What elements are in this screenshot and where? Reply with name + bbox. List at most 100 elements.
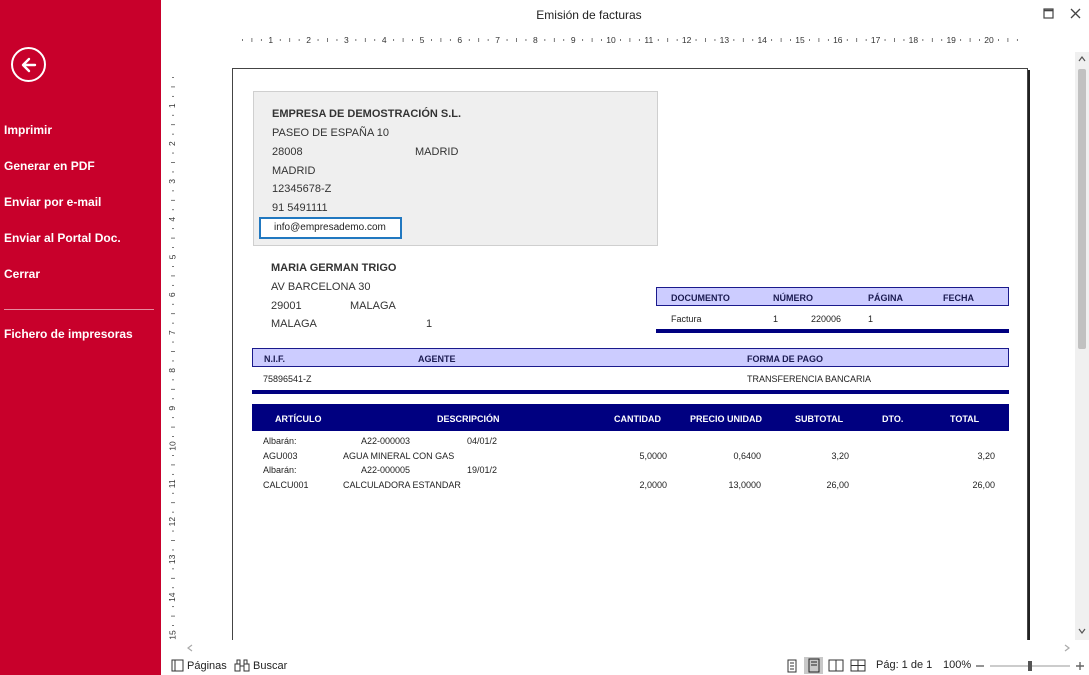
client-address: AV BARCELONA 30	[271, 281, 371, 293]
company-name: EMPRESA DE DEMOSTRACIÓN S.L.	[272, 108, 462, 120]
ruler-number: 6	[167, 292, 177, 297]
view-page-width-button[interactable]	[804, 657, 823, 674]
view-four-pages-button[interactable]	[848, 657, 867, 674]
client-nif: 75896541-Z	[263, 374, 312, 384]
sidebar-item-imprimir[interactable]: Imprimir	[4, 123, 52, 137]
payment-underline	[252, 390, 1009, 394]
ruler-number: 19	[946, 35, 956, 45]
client-province: MALAGA	[271, 318, 317, 330]
company-province: MADRID	[272, 165, 316, 177]
zoom-slider-thumb[interactable]	[1028, 661, 1032, 671]
items-table-header: ARTÍCULO DESCRIPCIÓN CANTIDAD PRECIO UNI…	[252, 404, 1009, 431]
page-info: Pág: 1 de 1	[876, 659, 933, 671]
view-single-page-button[interactable]	[782, 657, 801, 674]
vertical-ruler: 123456789101112131415	[167, 77, 177, 640]
invoice-page: EMPRESA DE DEMOSTRACIÓN S.L. PASEO DE ES…	[232, 68, 1028, 640]
ruler-number: 7	[167, 330, 177, 335]
label-pagina: PÁGINA	[868, 293, 904, 303]
scroll-right-icon[interactable]	[1064, 644, 1070, 652]
pages-icon	[171, 659, 184, 672]
label-documento: DOCUMENTO	[671, 293, 730, 303]
line-total: 3,20	[977, 451, 995, 461]
back-arrow-icon	[21, 57, 36, 72]
albaran-code: A22-000005	[361, 465, 411, 475]
albaran-label: Albarán:	[263, 465, 297, 475]
col-precio-unidad: PRECIO UNIDAD	[690, 414, 763, 424]
client-name: MARIA GERMAN TRIGO	[271, 262, 397, 274]
ruler-number: 5	[167, 254, 177, 259]
ruler-number: 9	[167, 406, 177, 411]
ruler-number: 1	[268, 35, 273, 45]
document-page: 1	[868, 314, 874, 324]
sidebar-item-generar-pdf[interactable]: Generar en PDF	[4, 159, 95, 173]
vertical-scrollbar[interactable]	[1075, 52, 1089, 640]
ruler-number: 18	[909, 35, 919, 45]
preview-canvas: EMPRESA DE DEMOSTRACIÓN S.L. PASEO DE ES…	[182, 52, 1075, 640]
scroll-down-icon[interactable]	[1078, 628, 1086, 634]
sidebar-item-enviar-portal[interactable]: Enviar al Portal Doc.	[4, 231, 121, 245]
company-zip: 28008	[272, 146, 303, 158]
scroll-up-icon[interactable]	[1078, 56, 1086, 62]
label-nif: N.I.F.	[264, 354, 286, 364]
label-agente: AGENTE	[418, 354, 456, 364]
back-button[interactable]	[11, 47, 46, 82]
line-cantidad: 5,0000	[639, 451, 667, 461]
line-subtotal: 26,00	[826, 480, 849, 490]
ruler-number: 12	[167, 517, 177, 527]
single-page-icon	[787, 659, 796, 672]
ruler-number: 12	[682, 35, 692, 45]
zoom-in-icon[interactable]	[1076, 662, 1084, 670]
scroll-left-icon[interactable]	[187, 644, 193, 652]
sidebar-item-enviar-email[interactable]: Enviar por e-mail	[4, 195, 101, 209]
document-underline	[656, 329, 1009, 333]
zoom-level: 100%	[943, 659, 972, 671]
company-block: EMPRESA DE DEMOSTRACIÓN S.L. PASEO DE ES…	[253, 91, 658, 246]
ruler-number: 11	[167, 479, 177, 488]
ruler-number: 9	[571, 35, 576, 45]
sidebar-item-cerrar[interactable]: Cerrar	[4, 267, 40, 281]
view-two-pages-button[interactable]	[826, 657, 845, 674]
document-number: 220006	[811, 314, 842, 324]
albaran-code: A22-000003	[361, 436, 411, 446]
albaran-date: 19/01/2	[467, 465, 498, 475]
title-bar: Emisión de facturas	[161, 0, 1089, 30]
ruler-number: 10	[606, 35, 616, 45]
company-city: MADRID	[415, 146, 459, 158]
company-email[interactable]: info@empresademo.com	[259, 217, 402, 239]
document-type: Factura	[671, 314, 702, 324]
ruler-number: 13	[720, 35, 730, 45]
maximize-button[interactable]	[1040, 5, 1056, 21]
search-button[interactable]: Buscar	[234, 659, 287, 672]
close-button[interactable]	[1067, 5, 1083, 21]
ruler-number: 5	[420, 35, 425, 45]
maximize-icon	[1042, 7, 1054, 19]
company-phone: 91 5491111	[272, 202, 328, 214]
line-articulo: AGU003	[263, 451, 298, 461]
document-header-band: DOCUMENTO NÚMERO PÁGINA FECHA	[656, 287, 1009, 306]
col-total: TOTAL	[950, 414, 980, 424]
search-label: Buscar	[253, 659, 288, 672]
ruler-number: 7	[495, 35, 500, 45]
line-articulo: CALCU001	[263, 480, 309, 490]
ruler-number: 4	[167, 217, 177, 222]
ruler-number: 11	[644, 35, 653, 45]
col-cantidad: CANTIDAD	[614, 414, 661, 424]
sidebar-item-fichero-impresoras[interactable]: Fichero de impresoras	[4, 327, 133, 341]
horizontal-scrollbar[interactable]	[182, 640, 1075, 656]
sidebar: Imprimir Generar en PDF Enviar por e-mai…	[0, 0, 161, 675]
pages-label: Páginas	[187, 659, 227, 672]
four-pages-icon	[850, 659, 865, 672]
col-articulo: ARTÍCULO	[275, 414, 322, 424]
horizontal-ruler: 1 2 3 4 5 6 7 8 9 10 11 12 13 14 15 16 17 18 19 20	[242, 35, 1018, 45]
close-icon	[1070, 8, 1080, 18]
client-city: MALAGA	[350, 300, 396, 312]
ruler-number: 4	[382, 35, 387, 45]
line-descripcion: AGUA MINERAL CON GAS	[343, 451, 455, 461]
vertical-scroll-thumb[interactable]	[1078, 69, 1086, 349]
ruler-number: 2	[306, 35, 311, 45]
ruler-number: 1	[167, 103, 177, 108]
zoom-slider[interactable]	[974, 661, 1086, 671]
pages-button[interactable]: Páginas	[171, 659, 227, 672]
line-cantidad: 2,0000	[639, 480, 667, 490]
client-extra: 1	[426, 318, 433, 330]
